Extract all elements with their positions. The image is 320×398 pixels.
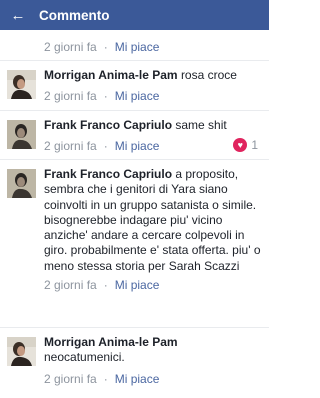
comment-time: 2 giorni fa (44, 371, 97, 386)
like-button[interactable]: Mi piace (115, 372, 160, 386)
divider (0, 327, 269, 328)
comment-time: 2 giorni fa (44, 139, 97, 154)
comment-time: 2 giorni fa (44, 89, 97, 104)
divider (0, 159, 269, 160)
page-title: Commento (39, 7, 110, 23)
comment-item: Morrigan Anima-le Pam neocatumenici. 2 g… (0, 335, 269, 395)
comment-meta: 2 giorni fa · Mi piace (44, 37, 159, 57)
comment-meta: 2 giorni fa · Mi piace (44, 369, 264, 389)
separator-dot: · (103, 371, 108, 386)
comment-body: rosa croce (180, 68, 237, 82)
separator-dot: · (103, 89, 108, 104)
comment-time: 2 giorni fa (44, 278, 97, 293)
divider (0, 110, 269, 111)
comment-author[interactable]: Frank Franco Capriulo (44, 167, 172, 181)
separator-dot: · (103, 139, 108, 154)
comments-list[interactable]: 2 giorni fa · Mi piace Morrigan Anima-le… (0, 30, 269, 398)
avatar[interactable] (7, 120, 36, 149)
avatar[interactable] (7, 169, 36, 198)
comment-body: same shit (175, 118, 227, 132)
like-button[interactable]: Mi piace (115, 278, 160, 292)
like-button[interactable]: Mi piace (115, 139, 160, 153)
comment-meta: 2 giorni fa · Mi piace (44, 86, 264, 106)
comment-item: Frank Franco Capriulo same shit 2 giorni… (0, 116, 269, 160)
avatar[interactable] (7, 337, 36, 366)
comment-time: 2 giorni fa (44, 40, 97, 54)
divider (0, 60, 269, 61)
like-button[interactable]: Mi piace (115, 40, 160, 54)
comment-text: Frank Franco Capriulo a proposito, sembr… (44, 167, 264, 274)
separator-dot: · (103, 40, 108, 54)
heart-icon: ♥ (233, 138, 248, 152)
comment-meta: 2 giorni fa · Mi piace (44, 136, 264, 156)
reaction-summary[interactable]: ♥ 1 (233, 138, 258, 152)
comment-meta: 2 giorni fa · Mi piace (44, 275, 264, 295)
comment-text: Morrigan Anima-le Pam rosa croce (44, 68, 264, 83)
comment-author[interactable]: Frank Franco Capriulo (44, 118, 172, 132)
separator-dot: · (103, 278, 108, 293)
back-button[interactable]: ← (0, 0, 36, 30)
comment-item: Morrigan Anima-le Pam rosa croce 2 giorn… (0, 67, 269, 111)
app-bar: ← Commento (0, 0, 269, 30)
comment-author[interactable]: Morrigan Anima-le Pam (44, 335, 178, 349)
avatar[interactable] (7, 70, 36, 99)
comment-author[interactable]: Morrigan Anima-le Pam (44, 68, 178, 82)
comment-body: neocatumenici. (44, 350, 125, 365)
comment-text: Frank Franco Capriulo same shit (44, 118, 264, 133)
arrow-left-icon: ← (10, 6, 26, 24)
reaction-count: 1 (251, 138, 258, 152)
comment-text: Morrigan Anima-le Pam neocatumenici. (44, 335, 264, 366)
comment-item: Frank Franco Capriulo a proposito, sembr… (0, 167, 269, 327)
like-button[interactable]: Mi piace (115, 89, 160, 103)
comment-body: a proposito, sembra che i genitori di Ya… (44, 167, 261, 273)
